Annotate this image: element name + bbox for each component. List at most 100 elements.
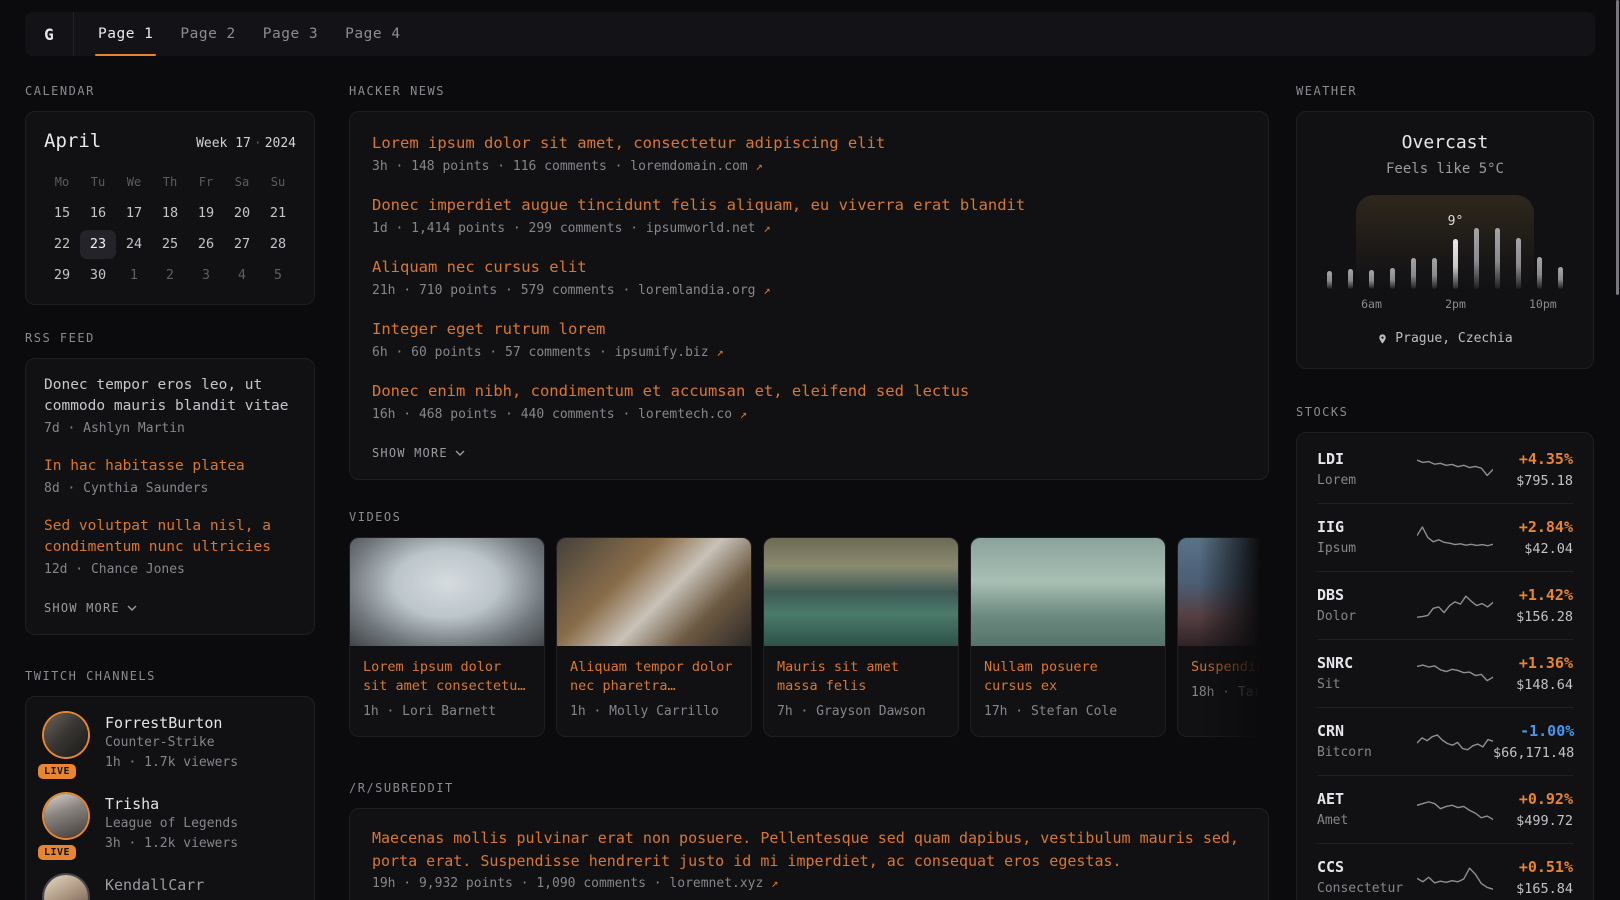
weather-hour-label bbox=[1508, 297, 1529, 311]
video-card[interactable]: Mauris sit amet massa felis7h · Grayson … bbox=[763, 537, 959, 737]
hn-item: Lorem ipsum dolor sit amet, consectetur … bbox=[372, 132, 1246, 177]
calendar-day: 22 bbox=[44, 230, 80, 259]
rss-item-title[interactable]: In hac habitasse platea bbox=[44, 456, 296, 477]
stocks-card: LDILorem+4.35%$795.18IIGIpsum+2.84%$42.0… bbox=[1296, 432, 1594, 900]
subreddit-post-title[interactable]: Maecenas mollis pulvinar erat non posuer… bbox=[372, 827, 1246, 873]
calendar-day-header: Th bbox=[152, 168, 188, 197]
twitch-channel-info: TrishaLeague of Legends3h · 1.2k viewers bbox=[105, 794, 238, 854]
twitch-channel-row[interactable]: LIVEForrestBurtonCounter-Strike1h · 1.7k… bbox=[44, 713, 296, 773]
calendar-day-header: Sa bbox=[224, 168, 260, 197]
hn-item-title[interactable]: Aliquam nec cursus elit bbox=[372, 256, 1246, 278]
scrollbar[interactable] bbox=[1616, 0, 1619, 295]
avatar bbox=[44, 713, 88, 757]
weather-bar-slot bbox=[1424, 258, 1445, 289]
video-card[interactable]: Lorem ipsum dolor sit amet consectetu… 1h… bbox=[349, 537, 545, 737]
video-title[interactable]: Suspendisse diam bbox=[1191, 658, 1269, 677]
subreddit-widget: /R/SUBREDDIT Maecenas mollis pulvinar er… bbox=[349, 781, 1269, 900]
weather-feels-like: Feels like 5°C bbox=[1317, 161, 1573, 177]
weather-hour-labels: 6am2pm10pm bbox=[1319, 297, 1571, 311]
hn-item-title[interactable]: Donec enim nibh, condimentum et accumsan… bbox=[372, 380, 1246, 402]
hacker-news-list: Lorem ipsum dolor sit amet, consectetur … bbox=[372, 132, 1246, 425]
tab-page-1[interactable]: Page 1 bbox=[98, 12, 153, 56]
map-pin-icon bbox=[1377, 332, 1388, 346]
dot-separator: · bbox=[251, 136, 265, 151]
calendar-day: 29 bbox=[44, 261, 80, 290]
calendar-day: 20 bbox=[224, 199, 260, 228]
weather-hour-label: 6am bbox=[1361, 297, 1382, 311]
rss-list: Donec tempor eros leo, ut commodo mauris… bbox=[44, 375, 296, 580]
subreddit-card: Maecenas mollis pulvinar erat non posuer… bbox=[349, 808, 1269, 900]
tab-page-3[interactable]: Page 3 bbox=[263, 12, 318, 56]
stock-sparkline bbox=[1417, 861, 1493, 895]
hn-item-title[interactable]: Lorem ipsum dolor sit amet, consectetur … bbox=[372, 132, 1246, 154]
stock-name: Bitcorn bbox=[1317, 744, 1417, 762]
rss-item-title[interactable]: Sed volutpat nulla nisl, a condimentum n… bbox=[44, 516, 296, 558]
external-link-icon[interactable]: ↗ bbox=[756, 159, 763, 173]
hn-item-meta-text: 3h · 148 points · 116 comments · loremdo… bbox=[372, 159, 756, 174]
twitch-channel-name[interactable]: ForrestBurton bbox=[105, 713, 238, 733]
twitch-channel-name[interactable]: KendallCarr bbox=[105, 875, 204, 895]
calendar-day: 5 bbox=[260, 261, 296, 290]
hn-item-meta: 3h · 148 points · 116 comments · loremdo… bbox=[372, 156, 1246, 177]
rss-item-title[interactable]: Donec tempor eros leo, ut commodo mauris… bbox=[44, 375, 296, 417]
video-title[interactable]: Nullam posuere cursus ex bbox=[984, 658, 1152, 696]
weather-current-temp: 9° bbox=[1448, 214, 1464, 229]
twitch-channel-row[interactable]: KendallCarr bbox=[44, 875, 296, 900]
hn-item-meta-text: 6h · 60 points · 57 comments · ipsumify.… bbox=[372, 345, 716, 360]
weather-condition: Overcast bbox=[1317, 132, 1573, 153]
external-link-icon[interactable]: ↗ bbox=[763, 221, 770, 235]
rss-show-more-button[interactable]: SHOW MORE bbox=[44, 601, 137, 615]
tab-page-2[interactable]: Page 2 bbox=[180, 12, 235, 56]
stock-name: Lorem bbox=[1317, 472, 1417, 490]
weather-location-row: Prague, Czechia bbox=[1317, 331, 1573, 346]
stocks-list: LDILorem+4.35%$795.18IIGIpsum+2.84%$42.0… bbox=[1317, 436, 1573, 900]
video-title[interactable]: Aliquam tempor dolor nec pharetra… bbox=[570, 658, 738, 696]
videos-row: Lorem ipsum dolor sit amet consectetu… 1h… bbox=[349, 537, 1269, 737]
weather-hour-label bbox=[1466, 297, 1487, 311]
video-card[interactable]: Suspendisse diam18h · Tara bbox=[1177, 537, 1269, 737]
video-title[interactable]: Lorem ipsum dolor sit amet consectetu… bbox=[363, 658, 531, 696]
weather-bar-slot bbox=[1361, 270, 1382, 289]
show-more-label: SHOW MORE bbox=[372, 446, 448, 460]
calendar-day: 27 bbox=[224, 230, 260, 259]
hn-show-more-button[interactable]: SHOW MORE bbox=[372, 446, 465, 460]
avatar bbox=[44, 794, 88, 838]
weather-hour-label bbox=[1403, 297, 1424, 311]
rss-item-meta: 8d · Cynthia Saunders bbox=[44, 479, 296, 499]
video-card[interactable]: Aliquam tempor dolor nec pharetra…1h · M… bbox=[556, 537, 752, 737]
weather-widget: WEATHER Overcast Feels like 5°C 9° 6am2p… bbox=[1296, 84, 1594, 369]
external-link-icon[interactable]: ↗ bbox=[771, 876, 778, 890]
video-card[interactable]: Nullam posuere cursus ex17h · Stefan Col… bbox=[970, 537, 1166, 737]
twitch-channel-name[interactable]: Trisha bbox=[105, 794, 238, 814]
calendar-day: 2 bbox=[152, 261, 188, 290]
calendar-day: 26 bbox=[188, 230, 224, 259]
stock-identity: CCSConsectetur bbox=[1317, 857, 1417, 898]
twitch-card: LIVEForrestBurtonCounter-Strike1h · 1.7k… bbox=[25, 696, 315, 900]
external-link-icon[interactable]: ↗ bbox=[716, 345, 723, 359]
stock-values: +2.84%$42.04 bbox=[1519, 517, 1573, 558]
tab-page-4[interactable]: Page 4 bbox=[345, 12, 400, 56]
stock-sparkline bbox=[1417, 657, 1493, 691]
external-link-icon[interactable]: ↗ bbox=[763, 283, 770, 297]
app-logo[interactable]: G bbox=[25, 25, 73, 44]
stock-change: +2.84% bbox=[1519, 517, 1573, 537]
video-meta: 1h · Lori Barnett bbox=[363, 702, 531, 722]
video-thumbnail bbox=[971, 538, 1165, 646]
calendar-day: 30 bbox=[80, 261, 116, 290]
video-title[interactable]: Mauris sit amet massa felis bbox=[777, 658, 945, 696]
twitch-avatar-wrap bbox=[44, 875, 90, 900]
twitch-channel-row[interactable]: LIVETrishaLeague of Legends3h · 1.2k vie… bbox=[44, 794, 296, 854]
hn-item-title[interactable]: Donec imperdiet augue tincidunt felis al… bbox=[372, 194, 1246, 216]
calendar-day: 23 bbox=[80, 230, 116, 259]
calendar-day: 4 bbox=[224, 261, 260, 290]
twitch-channel-meta: 3h · 1.2k viewers bbox=[105, 834, 238, 854]
page-tabs: Page 1 Page 2 Page 3 Page 4 bbox=[74, 12, 401, 56]
weather-hour-label bbox=[1424, 297, 1445, 311]
calendar-day: 24 bbox=[116, 230, 152, 259]
avatar bbox=[44, 875, 88, 900]
calendar-day: 18 bbox=[152, 199, 188, 228]
external-link-icon[interactable]: ↗ bbox=[740, 407, 747, 421]
hn-item: Donec enim nibh, condimentum et accumsan… bbox=[372, 380, 1246, 425]
hn-item-title[interactable]: Integer eget rutrum lorem bbox=[372, 318, 1246, 340]
subreddit-post-meta: 19h · 9,932 points · 1,090 comments · lo… bbox=[372, 876, 1246, 891]
